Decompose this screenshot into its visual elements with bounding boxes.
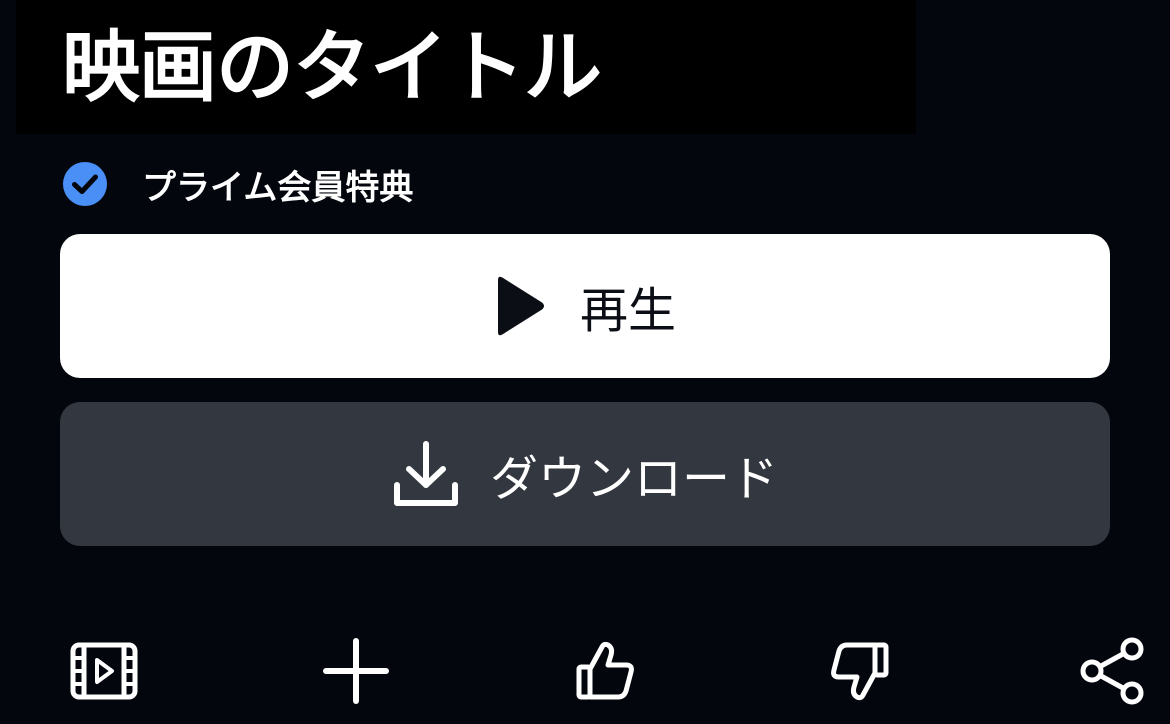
thumbs-up-icon xyxy=(576,641,634,700)
dislike-button[interactable] xyxy=(816,628,902,714)
play-button[interactable]: 再生 xyxy=(60,234,1110,378)
plus-icon xyxy=(323,638,389,704)
add-to-watchlist-button[interactable] xyxy=(313,628,399,714)
download-button-label: ダウンロード xyxy=(489,451,778,507)
download-button[interactable]: ダウンロード xyxy=(60,402,1110,546)
page-title: 映画のタイトル xyxy=(62,23,602,113)
share-icon xyxy=(1080,637,1144,705)
prime-badge: プライム会員特典 xyxy=(62,160,413,208)
play-button-label: 再生 xyxy=(579,283,676,339)
like-button[interactable] xyxy=(563,628,649,714)
action-bar xyxy=(0,628,1170,718)
download-icon xyxy=(393,441,458,506)
title-backdrop: 映画のタイトル xyxy=(16,0,916,134)
check-circle-icon xyxy=(63,162,107,206)
play-icon xyxy=(497,276,544,336)
trailer-film-icon xyxy=(70,642,138,700)
trailer-button[interactable] xyxy=(61,628,147,714)
prime-badge-label: プライム会員特典 xyxy=(142,167,414,208)
thumbs-down-icon xyxy=(831,642,889,701)
share-button[interactable] xyxy=(1069,628,1155,714)
